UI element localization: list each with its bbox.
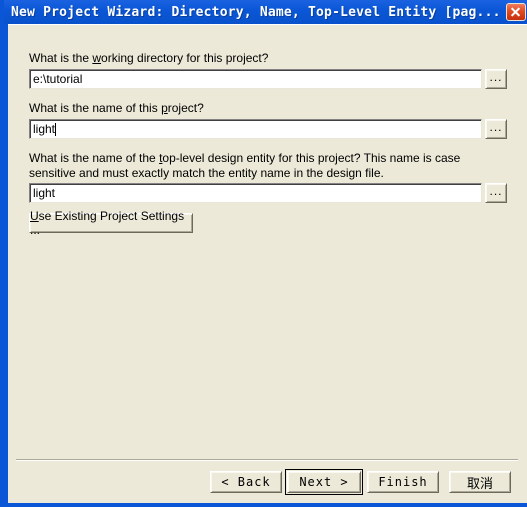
footer-separator [16,459,518,461]
browse-ellipsis-icon: ... [489,120,503,134]
back-button[interactable]: < Back [210,471,282,493]
close-icon[interactable] [506,3,526,21]
project-name-input[interactable]: light [29,119,482,139]
top-level-entity-input[interactable]: light [29,183,482,203]
working-directory-value: e:\tutorial [33,72,83,86]
top-level-entity-value: light [33,186,56,200]
top-level-entity-browse-button[interactable]: ... [485,183,507,203]
dialog-client-area: What is the working directory for this p… [8,24,527,503]
browse-ellipsis-icon: ... [489,184,503,198]
window-title: New Project Wizard: Directory, Name, Top… [11,4,501,20]
project-name-value: light [33,122,56,136]
dialog-window: New Project Wizard: Directory, Name, Top… [0,0,527,507]
use-existing-project-settings-button[interactable]: Use Existing Project Settings ... [29,209,193,237]
finish-button-label: Finish [378,475,428,489]
wizard-button-bar: < Back Next > Finish 取消 [8,468,527,504]
finish-button[interactable]: Finish [367,471,439,493]
next-button[interactable]: Next > [285,469,363,495]
use-existing-label: Use Existing Project Settings ... [30,209,185,237]
dialog-content: What is the working directory for this p… [8,25,527,456]
working-directory-label: What is the working directory for this p… [29,51,269,65]
working-directory-input[interactable]: e:\tutorial [29,69,482,89]
top-level-entity-label: What is the name of the top-level design… [29,151,461,180]
text-caret [55,122,57,136]
back-button-label: < Back [221,475,271,489]
browse-ellipsis-icon: ... [489,70,503,84]
next-button-label: Next > [299,475,349,489]
cancel-button-label: 取消 [466,476,493,492]
project-name-label: What is the name of this project? [29,101,204,115]
title-bar[interactable]: New Project Wizard: Directory, Name, Top… [4,0,527,24]
cancel-button[interactable]: 取消 [449,471,511,493]
working-directory-browse-button[interactable]: ... [485,69,507,89]
project-name-browse-button[interactable]: ... [485,119,507,139]
